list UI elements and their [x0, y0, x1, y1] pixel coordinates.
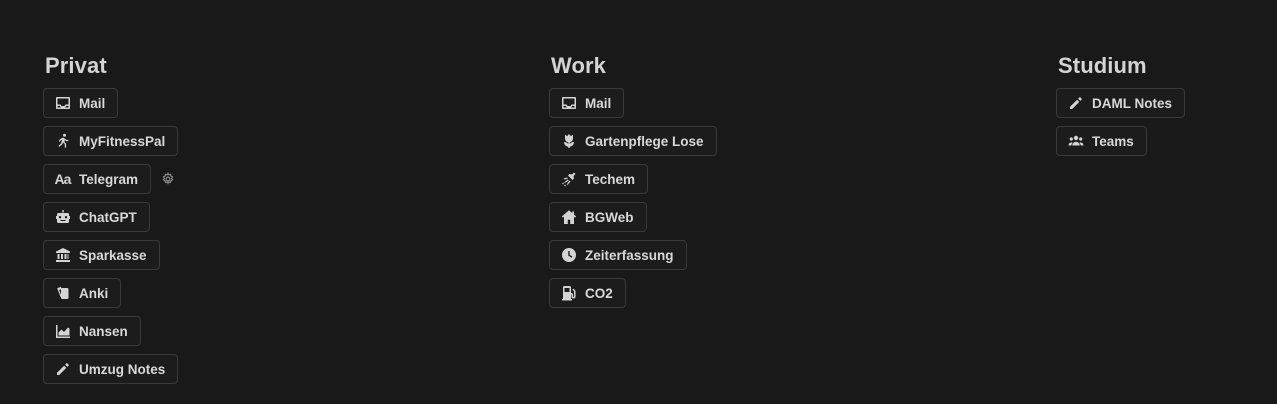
link-label: Nansen	[79, 323, 128, 339]
link-techem[interactable]: Techem	[549, 164, 649, 194]
link-label: Umzug Notes	[79, 361, 166, 377]
flower-icon	[560, 133, 577, 150]
link-list-studium: DAML Notes Teams	[1056, 88, 1186, 156]
column-studium: Studium DAML Notes Teams	[1056, 52, 1186, 156]
link-row: Gartenpflege Lose	[549, 126, 717, 156]
link-row: DAML Notes	[1056, 88, 1186, 118]
link-row: Mail	[549, 88, 717, 118]
fuel-icon	[560, 285, 577, 302]
column-work: Work Mail Gartenpflege Lose Techem BGWeb…	[549, 52, 717, 308]
bank-icon	[54, 247, 71, 264]
link-row: Mail	[43, 88, 178, 118]
link-row: Aa Telegram	[43, 164, 178, 194]
link-label: MyFitnessPal	[79, 133, 166, 149]
gear-icon[interactable]	[161, 172, 175, 186]
dashboard: Privat Mail MyFitnessPal Aa Telegram Cha…	[0, 0, 1277, 404]
link-label: Zeiterfassung	[585, 247, 674, 263]
link-chatgpt[interactable]: ChatGPT	[43, 202, 150, 232]
link-teams[interactable]: Teams	[1056, 126, 1147, 156]
inbox-icon	[560, 95, 577, 112]
link-label: CO2	[585, 285, 613, 301]
link-row: Umzug Notes	[43, 354, 179, 384]
link-co2[interactable]: CO2	[549, 278, 626, 308]
link-row: MyFitnessPal	[43, 126, 179, 156]
link-row: Techem	[549, 164, 717, 194]
column-privat: Privat Mail MyFitnessPal Aa Telegram Cha…	[43, 52, 179, 384]
link-label: Sparkasse	[79, 247, 147, 263]
link-row: BGWeb	[549, 202, 717, 232]
link-list-work: Mail Gartenpflege Lose Techem BGWeb Zeit…	[549, 88, 717, 308]
link-sparkasse[interactable]: Sparkasse	[43, 240, 160, 270]
link-label: Mail	[585, 95, 612, 111]
link-row: CO2	[549, 278, 717, 308]
pencil-icon	[1067, 95, 1084, 112]
link-row: Teams	[1056, 126, 1185, 156]
link-row: Nansen	[43, 316, 178, 346]
link-label: Mail	[79, 95, 106, 111]
link-nansen[interactable]: Nansen	[43, 316, 141, 346]
clock-icon	[560, 247, 577, 264]
link-telegram[interactable]: Aa Telegram	[43, 164, 152, 194]
link-row: Sparkasse	[43, 240, 178, 270]
chart-icon	[54, 323, 71, 340]
people-icon	[1067, 133, 1084, 150]
link-gartenpflege-lose[interactable]: Gartenpflege Lose	[549, 126, 717, 156]
link-row: Anki	[43, 278, 178, 308]
cards-icon	[54, 285, 71, 302]
text-aa-icon: Aa	[54, 171, 72, 188]
link-label: Anki	[79, 285, 109, 301]
running-icon	[54, 133, 71, 150]
shower-icon	[560, 171, 577, 188]
link-label: DAML Notes	[1092, 95, 1173, 111]
home-icon	[560, 209, 577, 226]
link-row: ChatGPT	[43, 202, 178, 232]
column-title-work: Work	[551, 53, 607, 78]
link-zeiterfassung[interactable]: Zeiterfassung	[549, 240, 687, 270]
link-list-privat: Mail MyFitnessPal Aa Telegram ChatGPT Sp…	[43, 88, 179, 384]
link-bgweb[interactable]: BGWeb	[549, 202, 647, 232]
robot-icon	[54, 209, 71, 226]
link-label: Gartenpflege Lose	[585, 133, 704, 149]
column-title-studium: Studium	[1058, 53, 1147, 78]
link-anki[interactable]: Anki	[43, 278, 122, 308]
link-myfitnesspal[interactable]: MyFitnessPal	[43, 126, 179, 156]
link-mail-privat[interactable]: Mail	[43, 88, 119, 118]
link-row: Zeiterfassung	[549, 240, 717, 270]
link-mail-work[interactable]: Mail	[549, 88, 625, 118]
link-daml-notes[interactable]: DAML Notes	[1056, 88, 1186, 118]
pencil-icon	[54, 361, 71, 378]
link-label: ChatGPT	[79, 209, 137, 225]
link-umzug-notes[interactable]: Umzug Notes	[43, 354, 179, 384]
link-label: Teams	[1092, 133, 1134, 149]
column-title-privat: Privat	[45, 53, 107, 78]
link-label: Telegram	[79, 171, 139, 187]
link-label: Techem	[585, 171, 636, 187]
text-aa-glyph: Aa	[54, 171, 72, 187]
inbox-icon	[54, 95, 71, 112]
link-label: BGWeb	[585, 209, 634, 225]
